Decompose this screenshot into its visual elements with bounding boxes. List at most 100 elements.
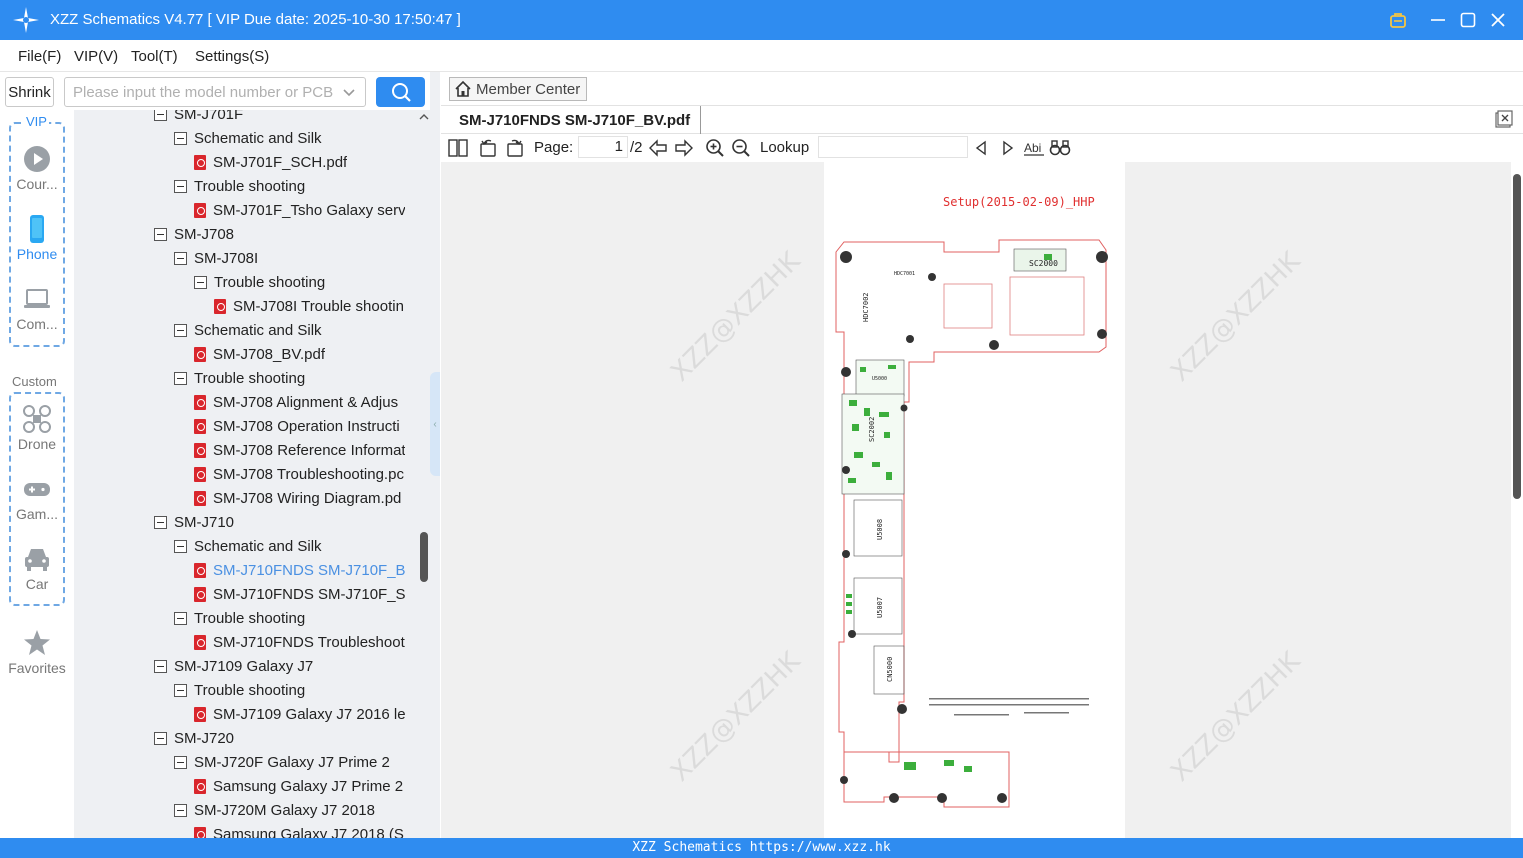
find-all-icon[interactable] bbox=[1049, 137, 1071, 159]
search-button[interactable] bbox=[376, 77, 425, 107]
tree-file[interactable]: SM-J7109 Galaxy J7 2016 lev bbox=[194, 703, 405, 725]
watermark-text: XZZ@XZZHK bbox=[665, 246, 807, 388]
chevron-down-icon[interactable] bbox=[341, 83, 357, 101]
collapse-toggle-icon[interactable] bbox=[154, 659, 167, 673]
tree-folder[interactable]: Schematic and Silk bbox=[174, 319, 322, 341]
tree-file[interactable]: SM-J708 Wiring Diagram.pd bbox=[194, 487, 401, 509]
tree-folder[interactable]: SM-J708 bbox=[154, 223, 234, 245]
tree-scrollbar[interactable] bbox=[418, 110, 430, 838]
close-document-icon[interactable] bbox=[1495, 110, 1513, 128]
tree-folder[interactable]: Trouble shooting bbox=[174, 175, 305, 197]
tree-folder[interactable]: Trouble shooting bbox=[174, 679, 305, 701]
category-courses[interactable]: Cour... bbox=[0, 144, 74, 192]
tree-file[interactable]: SM-J708 Operation Instructi bbox=[194, 415, 400, 437]
previous-page-icon[interactable] bbox=[647, 137, 669, 159]
document-scroll-thumb[interactable] bbox=[1513, 174, 1521, 499]
laptop-icon bbox=[24, 289, 50, 308]
tree-file[interactable]: SM-J708 Alignment & Adjus bbox=[194, 391, 398, 413]
tree-file[interactable]: SM-J710FNDS Troubleshooti bbox=[194, 631, 405, 653]
tree-folder[interactable]: SM-J720M Galaxy J7 2018 bbox=[174, 799, 375, 821]
category-car[interactable]: Car bbox=[0, 544, 74, 592]
tree-file[interactable]: SM-J701F_Tsho Galaxy servic bbox=[194, 199, 405, 221]
category-phone[interactable]: Phone bbox=[0, 214, 74, 262]
collapse-toggle-icon[interactable] bbox=[154, 731, 167, 745]
tree-item-label: SM-J701F_SCH.pdf bbox=[213, 153, 348, 171]
lookup-input[interactable] bbox=[818, 136, 968, 158]
tree-file[interactable]: SM-J701F_SCH.pdf bbox=[194, 151, 347, 173]
collapse-toggle-icon[interactable] bbox=[174, 131, 187, 145]
tree-file[interactable]: SM-J710FNDS SM-J710F_BV. bbox=[194, 559, 405, 581]
tree-file[interactable]: SM-J708I Trouble shootin bbox=[214, 295, 404, 317]
category-label: Gam... bbox=[15, 506, 58, 522]
zoom-out-icon[interactable] bbox=[730, 137, 752, 159]
match-case-icon[interactable]: Abi bbox=[1023, 137, 1045, 159]
minimize-button[interactable] bbox=[1424, 6, 1452, 34]
next-page-icon[interactable] bbox=[673, 137, 695, 159]
category-drone[interactable]: Drone bbox=[0, 404, 74, 452]
find-previous-icon[interactable] bbox=[970, 137, 992, 159]
tree-item-label: Trouble shooting bbox=[194, 177, 306, 195]
member-center-button[interactable]: Member Center bbox=[449, 77, 588, 101]
tree-folder[interactable]: SM-J7109 Galaxy J7 bbox=[154, 655, 313, 677]
category-computer[interactable]: Com... bbox=[0, 284, 74, 332]
collapse-toggle-icon[interactable] bbox=[194, 275, 207, 289]
collapse-toggle-icon[interactable] bbox=[174, 755, 187, 769]
collapse-toggle-icon[interactable] bbox=[174, 371, 187, 385]
collapse-panel-handle[interactable]: ‹ bbox=[430, 372, 440, 476]
panel-splitter[interactable]: ‹ bbox=[430, 72, 440, 838]
tree-file[interactable]: Samsung Galaxy J7 2018 (SM bbox=[194, 823, 405, 838]
tree-file[interactable]: Samsung Galaxy J7 Prime 2 ( bbox=[194, 775, 405, 797]
menu-vip[interactable]: VIP(V) bbox=[74, 48, 118, 65]
scroll-up-icon[interactable] bbox=[419, 112, 429, 122]
collapse-toggle-icon[interactable] bbox=[174, 179, 187, 193]
collapse-toggle-icon[interactable] bbox=[174, 683, 187, 697]
menu-settings[interactable]: Settings(S) bbox=[195, 48, 269, 65]
document-scrollbar[interactable] bbox=[1511, 162, 1523, 838]
tree-scroll-thumb[interactable] bbox=[420, 532, 428, 582]
board-label: U5008 bbox=[876, 519, 884, 540]
watermark-text: XZZ@XZZHK bbox=[1165, 646, 1307, 788]
tree-folder[interactable]: SM-J708I bbox=[174, 247, 258, 269]
car-icon bbox=[25, 549, 49, 571]
shrink-button[interactable]: Shrink bbox=[5, 77, 54, 107]
collapse-toggle-icon[interactable] bbox=[174, 611, 187, 625]
tree-folder[interactable]: Trouble shooting bbox=[174, 607, 305, 629]
tree-folder[interactable]: SM-J710 bbox=[154, 511, 234, 533]
collapse-toggle-icon[interactable] bbox=[174, 251, 187, 265]
maximize-button[interactable] bbox=[1454, 6, 1482, 34]
tree-folder[interactable]: Trouble shooting bbox=[194, 271, 325, 293]
tree-file[interactable]: SM-J708 Reference Informat bbox=[194, 439, 405, 461]
pdf-file-icon bbox=[194, 466, 206, 482]
page-number-input[interactable]: 1 bbox=[578, 136, 628, 158]
document-canvas[interactable]: XZZ@XZZHK XZZ@XZZHK XZZ@XZZHK XZZ@XZZHK … bbox=[441, 162, 1511, 838]
zoom-in-icon[interactable] bbox=[704, 137, 726, 159]
tree-folder[interactable]: SM-J720F Galaxy J7 Prime 2 bbox=[174, 751, 390, 773]
rotate-left-icon[interactable] bbox=[477, 137, 499, 159]
category-games[interactable]: Gam... bbox=[0, 474, 74, 522]
favorites-button[interactable]: Favorites bbox=[0, 628, 74, 676]
collapse-toggle-icon[interactable] bbox=[174, 323, 187, 337]
vip-bag-icon[interactable] bbox=[1384, 6, 1412, 34]
collapse-toggle-icon[interactable] bbox=[174, 803, 187, 817]
rotate-right-icon[interactable] bbox=[504, 137, 526, 159]
document-tab[interactable]: SM-J710FNDS SM-J710F_BV.pdf bbox=[449, 106, 702, 134]
close-button[interactable] bbox=[1484, 6, 1512, 34]
find-next-icon[interactable] bbox=[997, 137, 1019, 159]
model-tree: SM-J701F Schematic and Silk SM-J701F_SCH.p… bbox=[74, 110, 430, 838]
model-search-input[interactable]: Please input the model number or PCB bbox=[64, 77, 366, 107]
tree-folder[interactable]: SM-J720 bbox=[154, 727, 234, 749]
tree-file[interactable]: SM-J708_BV.pdf bbox=[194, 343, 325, 365]
collapse-toggle-icon[interactable] bbox=[174, 539, 187, 553]
tree-folder[interactable]: Trouble shooting bbox=[174, 367, 305, 389]
tree-folder[interactable]: Schematic and Silk bbox=[174, 535, 322, 557]
tree-folder[interactable]: SM-J701F bbox=[154, 110, 243, 125]
menu-file[interactable]: File(F) bbox=[18, 48, 61, 65]
collapse-toggle-icon[interactable] bbox=[154, 515, 167, 529]
two-page-view-icon[interactable] bbox=[447, 137, 469, 159]
tree-folder[interactable]: Schematic and Silk bbox=[174, 127, 322, 149]
collapse-toggle-icon[interactable] bbox=[154, 227, 167, 241]
collapse-toggle-icon[interactable] bbox=[154, 110, 167, 121]
tree-file[interactable]: SM-J708 Troubleshooting.pc bbox=[194, 463, 404, 485]
menu-tool[interactable]: Tool(T) bbox=[131, 48, 178, 65]
tree-file[interactable]: SM-J710FNDS SM-J710F_SCH bbox=[194, 583, 405, 605]
